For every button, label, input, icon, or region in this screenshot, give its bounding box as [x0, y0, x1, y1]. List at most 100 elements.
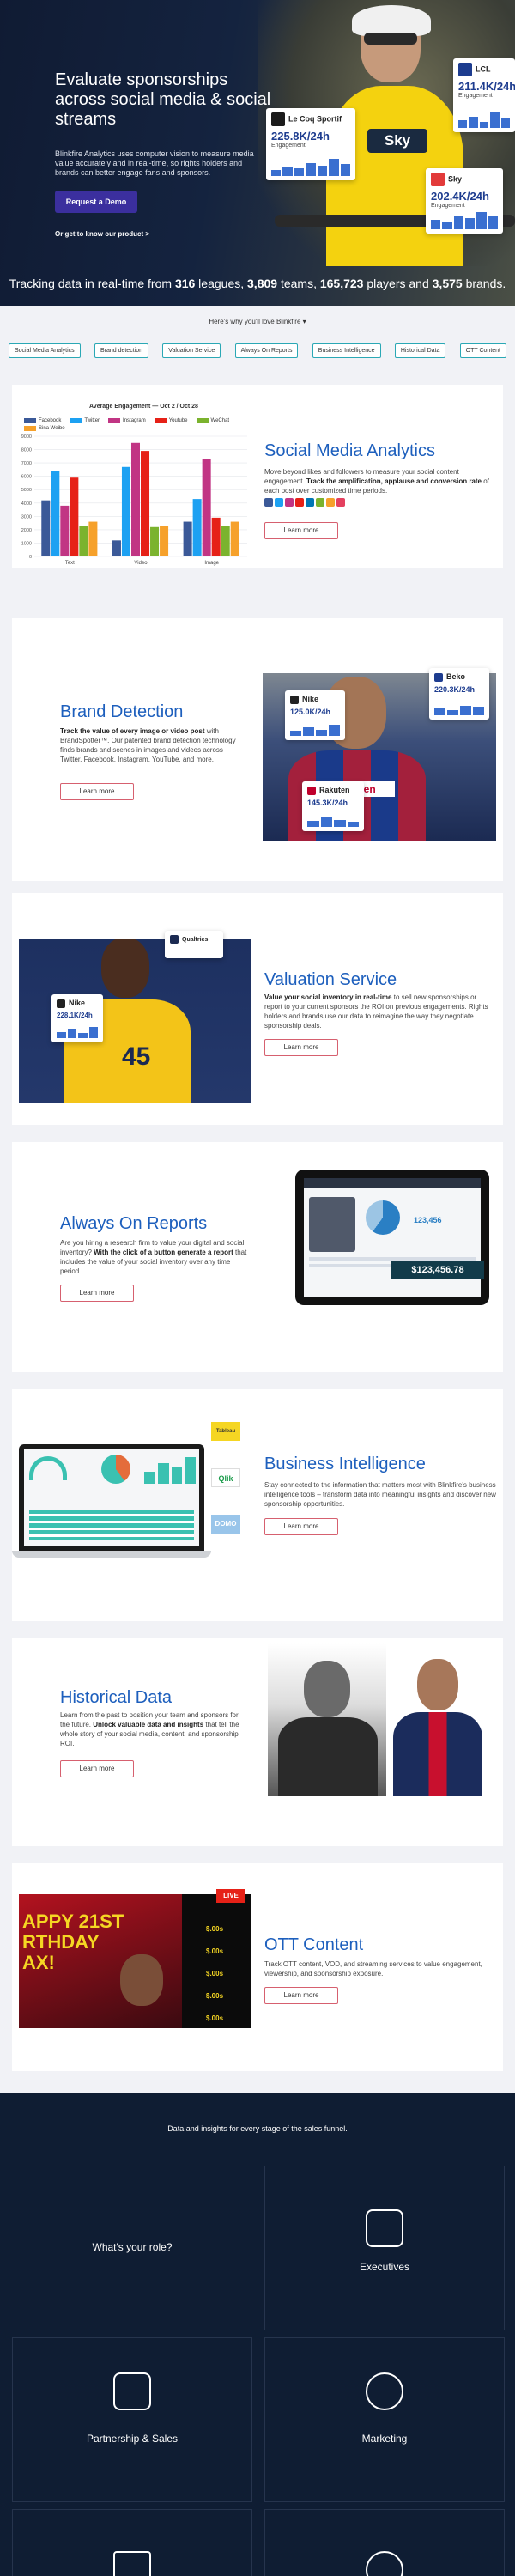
- chart-bar: [79, 526, 88, 556]
- social-learn-more-button[interactable]: Learn more: [264, 522, 338, 539]
- x-tick-label: Text: [65, 561, 75, 566]
- chart-bar: [202, 459, 211, 556]
- historical-learn-more-button[interactable]: Learn more: [60, 1760, 134, 1777]
- bi-table: [29, 1510, 194, 1540]
- role-executives[interactable]: Executives: [264, 2166, 505, 2330]
- legend-swatch: [108, 418, 121, 423]
- historical-photo-bw: [268, 1643, 386, 1796]
- valuation-learn-more-button[interactable]: Learn more: [264, 1039, 338, 1056]
- chart-bar: [230, 521, 239, 556]
- legend-item: Facebook: [24, 418, 61, 423]
- legend-item: WeChat: [196, 418, 229, 423]
- card-value: 211.4K/24h: [458, 80, 515, 93]
- tab-social-media-analytics[interactable]: Social Media Analytics: [9, 343, 81, 358]
- request-demo-button[interactable]: Request a Demo: [55, 191, 137, 213]
- tab-always-on-reports[interactable]: Always On Reports: [234, 343, 299, 358]
- tab-ott-content[interactable]: OTT Content: [459, 343, 506, 358]
- y-tick-label: 8000: [21, 448, 32, 453]
- hero-section: Sky Evaluate sponsorships across social …: [0, 0, 515, 306]
- chart-bar: [121, 466, 130, 556]
- bi-desc: Stay connected to the information that m…: [264, 1481, 496, 1508]
- ott-learn-more-button[interactable]: Learn more: [264, 1987, 338, 2004]
- social-network-icon: [336, 498, 345, 507]
- chart-bar: [211, 517, 221, 556]
- hero-card-le-coq: Le Coq Sportif 225.8K/24h Engagement: [266, 108, 355, 180]
- roles-question-box: What's your role?: [12, 2166, 252, 2334]
- beko-logo-icon: [434, 672, 443, 682]
- chart-bar: [112, 540, 121, 556]
- ott-title: OTT Content: [264, 1935, 364, 1954]
- engagement-chart: 0 1000 2000 3000 4000 5000 6000 7000 8000 9000 Tex…: [21, 434, 247, 566]
- chart-bar: [51, 471, 60, 556]
- y-tick-label: 3000: [21, 514, 32, 519]
- reports-desc: Are you hiring a research firm to value …: [60, 1239, 247, 1275]
- ott-screen-text: APPY 21ST RTHDAY AX!: [22, 1911, 124, 1973]
- role-security-partial[interactable]: [264, 2509, 505, 2576]
- brands-count: 3,575: [432, 276, 463, 290]
- social-network-icon: [264, 498, 273, 507]
- le-coq-logo-icon: [271, 112, 285, 126]
- rider-helmet: [352, 5, 431, 36]
- rider-glasses: [364, 33, 417, 45]
- bi-title: Business Intelligence: [264, 1455, 426, 1473]
- roles-title: Data and insights for every stage of the…: [167, 2124, 348, 2133]
- role-analytics-partial[interactable]: [12, 2509, 252, 2576]
- brand-learn-more-button[interactable]: Learn more: [60, 783, 134, 800]
- marketing-megaphone-icon: [366, 2372, 403, 2410]
- report-pie: [366, 1200, 400, 1235]
- legend-swatch: [154, 418, 167, 423]
- card-value: 202.4K/24h: [431, 190, 489, 203]
- card-bars: [271, 157, 350, 176]
- roles-question: What's your role?: [92, 2241, 173, 2253]
- nike-logo-icon: [57, 999, 65, 1008]
- tab-valuation-service[interactable]: Valuation Service: [162, 343, 221, 358]
- social-network-icon: [306, 498, 314, 507]
- social-network-icon: [285, 498, 294, 507]
- legend-swatch: [24, 418, 36, 423]
- card-label: Engagement: [271, 143, 306, 149]
- historical-photo-color: [386, 1643, 486, 1796]
- chart-bar: [150, 526, 160, 556]
- tab-business-intelligence[interactable]: Business Intelligence: [312, 343, 381, 358]
- legend-label: Youtube: [168, 418, 188, 423]
- laptop-base: [12, 1551, 211, 1558]
- social-network-icon: [295, 498, 304, 507]
- y-tick-label: 2000: [21, 528, 32, 533]
- jersey-sponsor-text: Sky: [367, 129, 427, 153]
- tab-brand-detection[interactable]: Brand detection: [94, 343, 148, 358]
- valuation-card-nike: Nike 228.1K/24h: [52, 994, 103, 1042]
- y-tick-label: 4000: [21, 501, 32, 507]
- y-tick-label: 6000: [21, 475, 32, 480]
- card-label: Engagement: [458, 93, 493, 99]
- why-label[interactable]: Here's why you'll love Blinkfire ▾: [0, 318, 515, 325]
- tableau-logo: Tableau: [211, 1422, 240, 1441]
- leagues-count: 316: [174, 276, 196, 290]
- chart-bar: [192, 499, 202, 556]
- legend-label: Facebook: [39, 418, 62, 423]
- page: Sky Evaluate sponsorships across social …: [0, 0, 515, 2576]
- legend-label: Twitter: [84, 418, 100, 423]
- tab-historical-data[interactable]: Historical Data: [394, 343, 446, 358]
- role-partnership-sales[interactable]: Partnership & Sales: [12, 2337, 252, 2502]
- historical-title: Historical Data: [60, 1688, 173, 1707]
- role-marketing[interactable]: Marketing: [264, 2337, 505, 2502]
- y-tick-label: 7000: [21, 461, 32, 466]
- y-tick-label: 9000: [21, 434, 32, 440]
- products-link[interactable]: Or get to know our product >: [55, 230, 149, 238]
- ott-video: APPY 21ST RTHDAY AX!: [19, 1894, 182, 2028]
- laptop-device: [19, 1444, 204, 1551]
- x-tick-label: Image: [204, 561, 219, 566]
- chart-bar: [70, 477, 79, 556]
- valuation-title: Valuation Service: [264, 970, 397, 989]
- chart-title: Average Engagement — Oct 2 / Oct 28: [89, 404, 198, 410]
- hero-stats: Tracking data in real-time from 316 leag…: [9, 276, 506, 290]
- chart-bar: [88, 521, 98, 556]
- legend-item: Twitter: [70, 418, 100, 423]
- ott-desc: Track OTT content, VOD, and streaming se…: [264, 1960, 482, 1978]
- valuation-desc: Value your social inventory in real-time…: [264, 993, 488, 1030]
- hero-card-lcl: LCL 211.4K/24h Engagement: [453, 58, 515, 132]
- reports-learn-more-button[interactable]: Learn more: [60, 1285, 134, 1302]
- teams-count: 3,809: [247, 276, 278, 290]
- bi-learn-more-button[interactable]: Learn more: [264, 1518, 338, 1535]
- qualtrics-logo-icon: [170, 935, 179, 944]
